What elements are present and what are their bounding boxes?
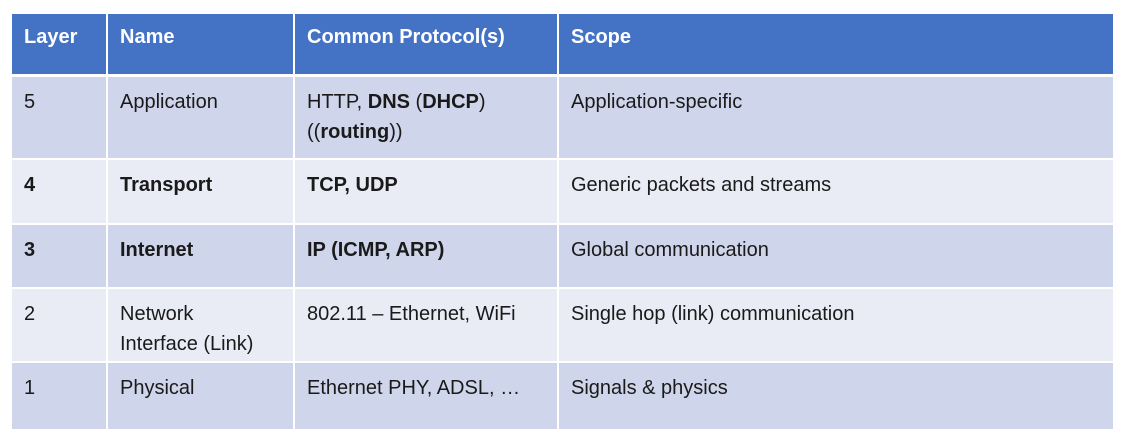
cell-protocols-text: TCP, UDP bbox=[307, 174, 398, 196]
header-row: Layer Name Common Protocol(s) Scope bbox=[10, 12, 1115, 77]
protocol-text: ( bbox=[410, 91, 423, 113]
cell-protocols: HTTP, DNS (DHCP) ((routing)) bbox=[293, 74, 559, 160]
cell-name: Internet bbox=[106, 223, 295, 289]
protocol-text: (( bbox=[307, 121, 321, 143]
table-row: 1 Physical Ethernet PHY, ADSL, … Signals… bbox=[10, 361, 1115, 431]
table-row: 2 Network Interface (Link) 802.11 – Ether… bbox=[10, 287, 1115, 363]
cell-layer: 1 bbox=[10, 361, 108, 431]
cell-scope: Generic packets and streams bbox=[557, 158, 1115, 225]
cell-protocols: TCP, UDP bbox=[293, 158, 559, 225]
cell-protocols: IP (ICMP, ARP) bbox=[293, 223, 559, 289]
table-row: 3 Internet IP (ICMP, ARP) Global communi… bbox=[10, 223, 1115, 289]
cell-name: Network Interface (Link) bbox=[106, 287, 295, 363]
cell-layer-text: 3 bbox=[24, 239, 36, 261]
cell-protocols-text: IP (ICMP, ARP) bbox=[307, 239, 445, 261]
protocol-text: HTTP, bbox=[307, 91, 368, 113]
cell-layer: 2 bbox=[10, 287, 108, 363]
network-layers-table-container: Layer Name Common Protocol(s) Scope 5 Ap… bbox=[10, 12, 1115, 431]
cell-layer-text: 4 bbox=[24, 174, 36, 196]
cell-name: Transport bbox=[106, 158, 295, 225]
cell-scope: Application-specific bbox=[557, 74, 1115, 160]
header-protocols: Common Protocol(s) bbox=[293, 12, 559, 77]
cell-layer: 5 bbox=[10, 74, 108, 160]
header-name: Name bbox=[106, 12, 295, 77]
network-layers-table: Layer Name Common Protocol(s) Scope 5 Ap… bbox=[10, 12, 1115, 431]
cell-scope: Single hop (link) communication bbox=[557, 287, 1115, 363]
cell-layer: 3 bbox=[10, 223, 108, 289]
header-scope: Scope bbox=[557, 12, 1115, 77]
cell-layer: 4 bbox=[10, 158, 108, 225]
protocol-text-bold: DHCP bbox=[422, 91, 479, 113]
cell-scope: Global communication bbox=[557, 223, 1115, 289]
cell-name: Application bbox=[106, 74, 295, 160]
table-header: Layer Name Common Protocol(s) Scope bbox=[10, 12, 1115, 77]
cell-name-text: Internet bbox=[120, 239, 194, 261]
protocol-text: )) bbox=[389, 121, 403, 143]
table-row: 5 Application HTTP, DNS (DHCP) ((routing)… bbox=[10, 74, 1115, 160]
cell-name-text: Transport bbox=[120, 174, 213, 196]
table-body: 5 Application HTTP, DNS (DHCP) ((routing)… bbox=[10, 74, 1115, 431]
cell-name-line: Interface (Link) bbox=[120, 333, 254, 355]
cell-name: Physical bbox=[106, 361, 295, 431]
table-row: 4 Transport TCP, UDP Generic packets and… bbox=[10, 158, 1115, 225]
header-layer: Layer bbox=[10, 12, 108, 77]
cell-protocols: 802.11 – Ethernet, WiFi bbox=[293, 287, 559, 363]
cell-protocols: Ethernet PHY, ADSL, … bbox=[293, 361, 559, 431]
cell-name-line: Network bbox=[120, 303, 194, 325]
protocol-text: ) bbox=[478, 91, 486, 113]
protocol-text-bold: DNS bbox=[367, 91, 410, 113]
protocol-text-bold: routing bbox=[320, 121, 390, 143]
cell-scope: Signals & physics bbox=[557, 361, 1115, 431]
